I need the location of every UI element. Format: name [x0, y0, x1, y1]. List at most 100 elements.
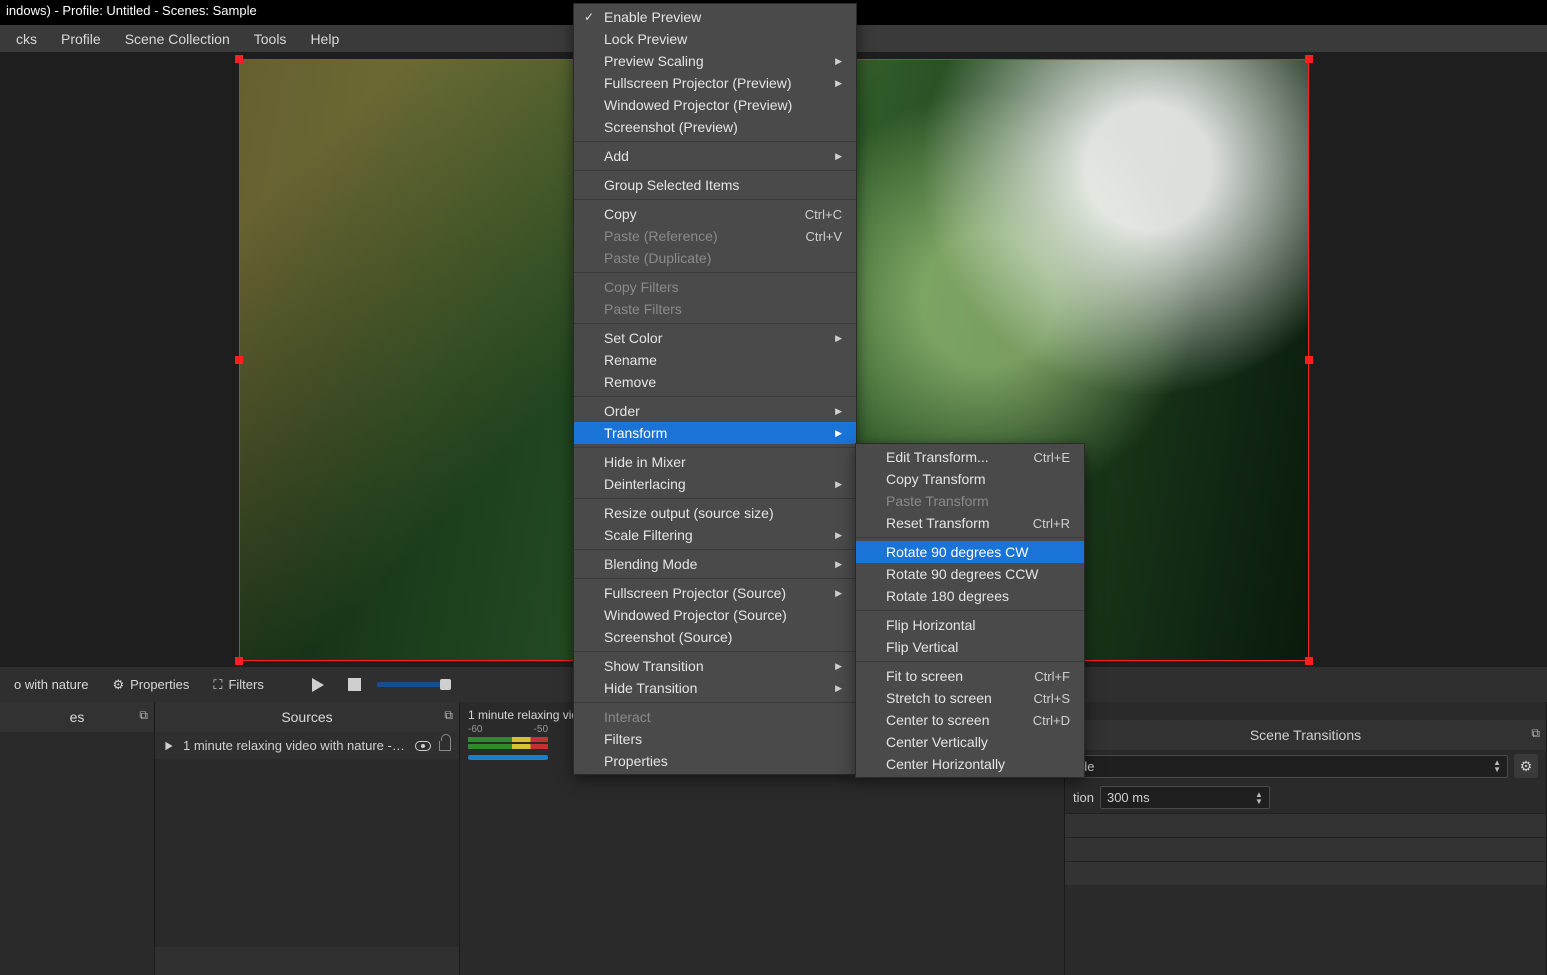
right-panels: Scene Transitions ⧉ de ▲▼ ⚙ tion 300 ms … — [1065, 702, 1547, 975]
scenes-panel-header[interactable]: es ⧉ — [0, 702, 154, 732]
ctx-scale-filtering[interactable]: Scale Filtering — [574, 524, 856, 546]
ctx-lock-preview[interactable]: Lock Preview — [574, 28, 856, 50]
menu-item-label: Order — [604, 403, 640, 419]
seek-slider[interactable] — [377, 682, 447, 687]
ctx-transform-flip-vertical[interactable]: Flip Vertical — [856, 636, 1084, 658]
ctx-add[interactable]: Add — [574, 145, 856, 167]
menu-separator — [574, 272, 856, 273]
properties-button[interactable]: ⚙Properties — [104, 673, 197, 697]
ctx-transform-copy-transform[interactable]: Copy Transform — [856, 468, 1084, 490]
menu-separator — [574, 323, 856, 324]
ctx-transform[interactable]: Transform — [574, 422, 856, 444]
menu-item-label: Add — [604, 148, 629, 164]
context-submenu-transform[interactable]: Edit Transform...Ctrl+ECopy TransformPas… — [855, 443, 1085, 778]
ctx-transform-center-to-screen[interactable]: Center to screenCtrl+D — [856, 709, 1084, 731]
menu-separator — [856, 537, 1084, 538]
menu-separator — [574, 447, 856, 448]
transition-duration-row: tion 300 ms ▲▼ — [1065, 782, 1546, 813]
source-list-item[interactable]: 1 minute relaxing video with nature - A … — [155, 732, 459, 759]
resize-handle-mr[interactable] — [1305, 356, 1313, 364]
popout-icon[interactable]: ⧉ — [1531, 726, 1540, 741]
menu-tools[interactable]: Tools — [242, 27, 299, 51]
slider-thumb[interactable] — [440, 679, 451, 690]
ctx-transform-center-vertically[interactable]: Center Vertically — [856, 731, 1084, 753]
ctx-fullscreen-projector-source[interactable]: Fullscreen Projector (Source) — [574, 582, 856, 604]
stop-button[interactable] — [340, 674, 369, 695]
ctx-windowed-projector-source[interactable]: Windowed Projector (Source) — [574, 604, 856, 626]
gear-icon: ⚙ — [112, 677, 124, 693]
transitions-panel-header[interactable]: Scene Transitions ⧉ — [1065, 720, 1546, 750]
filters-button[interactable]: ⛶Filters — [205, 673, 272, 697]
resize-handle-br[interactable] — [1305, 657, 1313, 665]
source-name-label: o with nature — [6, 673, 96, 696]
menu-item-label: Rotate 90 degrees CW — [886, 544, 1028, 560]
ctx-fullscreen-projector-preview[interactable]: Fullscreen Projector (Preview) — [574, 72, 856, 94]
ctx-transform-center-horizontally[interactable]: Center Horizontally — [856, 753, 1084, 775]
ctx-resize-output-source-size[interactable]: Resize output (source size) — [574, 502, 856, 524]
context-menu[interactable]: Enable Preview Lock Preview Preview Scalin… — [573, 3, 857, 775]
menu-separator — [574, 199, 856, 200]
ctx-transform-edit-transform[interactable]: Edit Transform...Ctrl+E — [856, 446, 1084, 468]
ctx-properties[interactable]: Properties — [574, 750, 856, 772]
ctx-transform-reset-transform[interactable]: Reset TransformCtrl+R — [856, 512, 1084, 534]
ctx-transform-stretch-to-screen[interactable]: Stretch to screenCtrl+S — [856, 687, 1084, 709]
menu-help[interactable]: Help — [298, 27, 351, 51]
spin-icon[interactable]: ▲▼ — [1255, 791, 1263, 805]
menu-item-label: Preview Scaling — [604, 53, 704, 69]
lock-toggle-icon[interactable] — [439, 741, 451, 751]
ctx-set-color[interactable]: Set Color — [574, 327, 856, 349]
ctx-copy[interactable]: CopyCtrl+C — [574, 203, 856, 225]
ctx-enable-preview[interactable]: Enable Preview — [574, 6, 856, 28]
ctx-screenshot-preview[interactable]: Screenshot (Preview) — [574, 116, 856, 138]
menu-item-label: Flip Horizontal — [886, 617, 975, 633]
popout-icon[interactable]: ⧉ — [139, 708, 148, 723]
menu-item-label: Edit Transform... — [886, 449, 989, 465]
ctx-transform-flip-horizontal[interactable]: Flip Horizontal — [856, 614, 1084, 636]
ctx-interact: Interact — [574, 706, 856, 728]
ctx-screenshot-source[interactable]: Screenshot (Source) — [574, 626, 856, 648]
resize-handle-tr[interactable] — [1305, 55, 1313, 63]
ctx-transform-rotate-180-degrees[interactable]: Rotate 180 degrees — [856, 585, 1084, 607]
menu-item-label: Paste (Reference) — [604, 228, 718, 244]
menu-profile[interactable]: Profile — [49, 27, 113, 51]
menu-docks[interactable]: cks — [4, 27, 49, 51]
resize-handle-bl[interactable] — [235, 657, 243, 665]
transition-select[interactable]: de ▲▼ — [1073, 755, 1508, 778]
ctx-rename[interactable]: Rename — [574, 349, 856, 371]
sources-panel-header[interactable]: Sources ⧉ — [155, 702, 459, 732]
ctx-remove[interactable]: Remove — [574, 371, 856, 393]
menu-item-label: Rotate 90 degrees CCW — [886, 566, 1039, 582]
menu-item-label: Fullscreen Projector (Preview) — [604, 75, 792, 91]
menu-scene-collection[interactable]: Scene Collection — [113, 27, 242, 51]
ctx-filters[interactable]: Filters — [574, 728, 856, 750]
play-button[interactable] — [304, 674, 332, 696]
ctx-transform-rotate-90-degrees-cw[interactable]: Rotate 90 degrees CW — [856, 541, 1084, 563]
ctx-windowed-projector-preview[interactable]: Windowed Projector (Preview) — [574, 94, 856, 116]
ctx-transform-fit-to-screen[interactable]: Fit to screenCtrl+F — [856, 665, 1084, 687]
ctx-transform-rotate-90-degrees-ccw[interactable]: Rotate 90 degrees CCW — [856, 563, 1084, 585]
ctx-blending-mode[interactable]: Blending Mode — [574, 553, 856, 575]
popout-icon[interactable]: ⧉ — [444, 708, 453, 723]
menu-item-label: Remove — [604, 374, 656, 390]
ctx-hide-in-mixer[interactable]: Hide in Mixer — [574, 451, 856, 473]
volume-slider[interactable] — [468, 755, 548, 760]
menu-item-label: Enable Preview — [604, 9, 701, 25]
duration-field[interactable]: 300 ms ▲▼ — [1100, 786, 1270, 809]
ctx-show-transition[interactable]: Show Transition — [574, 655, 856, 677]
ctx-preview-scaling[interactable]: Preview Scaling — [574, 50, 856, 72]
ctx-hide-transition[interactable]: Hide Transition — [574, 677, 856, 699]
panel-strip — [1065, 837, 1546, 861]
visibility-toggle-icon[interactable] — [415, 741, 431, 751]
resize-handle-tl[interactable] — [235, 55, 243, 63]
ctx-transform-paste-transform: Paste Transform — [856, 490, 1084, 512]
menu-item-label: Rotate 180 degrees — [886, 588, 1009, 604]
resize-handle-ml[interactable] — [235, 356, 243, 364]
transition-settings-button[interactable]: ⚙ — [1514, 754, 1538, 778]
ctx-group-selected-items[interactable]: Group Selected Items — [574, 174, 856, 196]
audio-meter — [468, 744, 548, 749]
ctx-deinterlacing[interactable]: Deinterlacing — [574, 473, 856, 495]
filters-icon: ⛶ — [213, 677, 222, 693]
spin-icon[interactable]: ▲▼ — [1493, 759, 1501, 773]
panel-strip — [1065, 861, 1546, 885]
ctx-order[interactable]: Order — [574, 400, 856, 422]
